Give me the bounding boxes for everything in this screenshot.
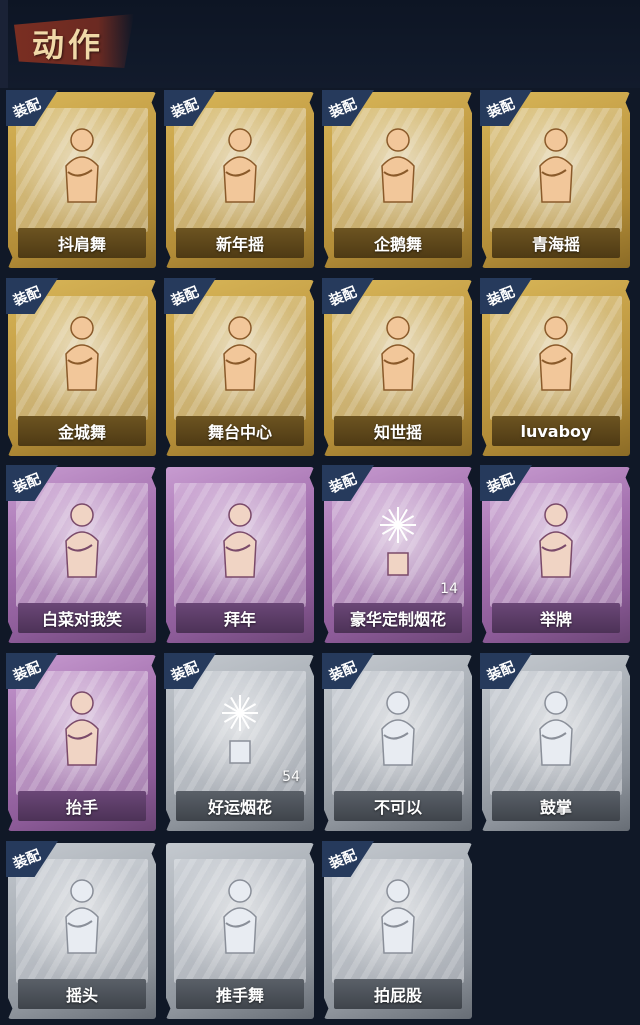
equipped-badge-label: 装配 bbox=[169, 284, 202, 310]
card-name: 举牌 bbox=[492, 603, 620, 633]
shoulder-shake-figure-icon bbox=[65, 128, 99, 203]
card-name: 推手舞 bbox=[176, 979, 304, 1009]
card-name: 舞台中心 bbox=[176, 416, 304, 446]
card-name: 豪华定制烟花 bbox=[334, 603, 462, 633]
equipped-badge-label: 装配 bbox=[327, 96, 360, 122]
header-bar: 动作 bbox=[0, 0, 640, 88]
emote-card[interactable]: 拜年 bbox=[166, 467, 314, 643]
emote-card[interactable]: 装配舞台中心 bbox=[164, 278, 314, 456]
raise-hand-figure-icon bbox=[65, 691, 99, 766]
card-name: 企鹅舞 bbox=[334, 228, 462, 258]
emote-card[interactable]: 装配摇头 bbox=[6, 841, 156, 1019]
equipped-badge-label: 装配 bbox=[327, 847, 360, 873]
equipped-badge-label: 装配 bbox=[11, 284, 44, 310]
emote-card[interactable]: 装配拍屁股 bbox=[322, 841, 472, 1019]
emote-card[interactable]: 装配不可以 bbox=[322, 653, 472, 831]
butt-slap-figure-icon bbox=[381, 879, 415, 954]
clapping-hands-icon bbox=[539, 691, 573, 766]
deluxe-fireworks-icon bbox=[380, 507, 416, 576]
item-count: 54 bbox=[282, 769, 300, 785]
card-name: 好运烟花 bbox=[176, 791, 304, 821]
no-finger-icon bbox=[381, 691, 415, 766]
emote-card[interactable]: 装配 14 豪华定制烟花 bbox=[322, 465, 472, 643]
equipped-badge-label: 装配 bbox=[11, 659, 44, 685]
equipped-badge-label: 装配 bbox=[485, 471, 518, 497]
jincheng-dance-figure-icon bbox=[65, 316, 99, 391]
penguin-dance-figure-icon bbox=[381, 128, 415, 203]
emote-card[interactable]: 装配 54 好运烟花 bbox=[164, 653, 314, 831]
emote-card[interactable]: 装配白菜对我笑 bbox=[6, 465, 156, 643]
equipped-badge-label: 装配 bbox=[485, 659, 518, 685]
emote-card[interactable]: 装配抖肩舞 bbox=[6, 90, 156, 268]
emote-card[interactable]: 装配鼓掌 bbox=[480, 653, 630, 831]
emote-card[interactable]: 装配新年摇 bbox=[164, 90, 314, 268]
equipped-badge-label: 装配 bbox=[327, 471, 360, 497]
emote-card[interactable]: 装配举牌 bbox=[480, 465, 630, 643]
card-name: 拍屁股 bbox=[334, 979, 462, 1009]
new-year-greeting-figure-icon bbox=[223, 503, 257, 578]
card-name: 不可以 bbox=[334, 791, 462, 821]
new-year-sway-figure-icon bbox=[223, 128, 257, 203]
card-name: 新年摇 bbox=[176, 228, 304, 258]
equipped-badge-label: 装配 bbox=[11, 847, 44, 873]
item-count: 14 bbox=[440, 581, 458, 597]
lucky-firework-icon bbox=[222, 695, 258, 764]
card-name: 摇头 bbox=[18, 979, 146, 1009]
card-name: 鼓掌 bbox=[492, 791, 620, 821]
card-name: 白菜对我笑 bbox=[18, 603, 146, 633]
equipped-badge-label: 装配 bbox=[327, 284, 360, 310]
cabbage-smile-figure-icon bbox=[65, 503, 99, 578]
card-name: 知世摇 bbox=[334, 416, 462, 446]
equipped-badge-label: 装配 bbox=[11, 471, 44, 497]
emote-card[interactable]: 装配金城舞 bbox=[6, 278, 156, 456]
push-hand-dance-figure-icon bbox=[223, 879, 257, 954]
luvaboy-figure-icon bbox=[539, 316, 573, 391]
emote-card[interactable]: 装配 luvaboy bbox=[480, 278, 630, 456]
equipped-badge-label: 装配 bbox=[327, 659, 360, 685]
card-name: 抬手 bbox=[18, 791, 146, 821]
card-name: 青海摇 bbox=[492, 228, 620, 258]
page-title: 动作 bbox=[32, 26, 105, 64]
qinghai-sway-figure-icon bbox=[539, 128, 573, 203]
card-name: 金城舞 bbox=[18, 416, 146, 446]
emote-card[interactable]: 装配抬手 bbox=[6, 653, 156, 831]
zhishi-sway-figure-icon bbox=[381, 316, 415, 391]
equipped-badge-label: 装配 bbox=[11, 96, 44, 122]
center-stage-figure-icon bbox=[223, 316, 257, 391]
card-name: 抖肩舞 bbox=[18, 228, 146, 258]
equipped-badge-label: 装配 bbox=[169, 659, 202, 685]
equipped-badge-label: 装配 bbox=[485, 96, 518, 122]
emote-card[interactable]: 推手舞 bbox=[166, 843, 314, 1019]
emote-card[interactable]: 装配企鹅舞 bbox=[322, 90, 472, 268]
hold-sign-figure-icon bbox=[539, 503, 573, 578]
head-shake-figure-icon bbox=[65, 879, 99, 954]
equipped-badge-label: 装配 bbox=[485, 284, 518, 310]
card-name: 拜年 bbox=[176, 603, 304, 633]
card-name: luvaboy bbox=[492, 416, 620, 446]
title-edge bbox=[0, 0, 8, 88]
emote-card[interactable]: 装配青海摇 bbox=[480, 90, 630, 268]
equipped-badge-label: 装配 bbox=[169, 96, 202, 122]
emote-card[interactable]: 装配知世摇 bbox=[322, 278, 472, 456]
